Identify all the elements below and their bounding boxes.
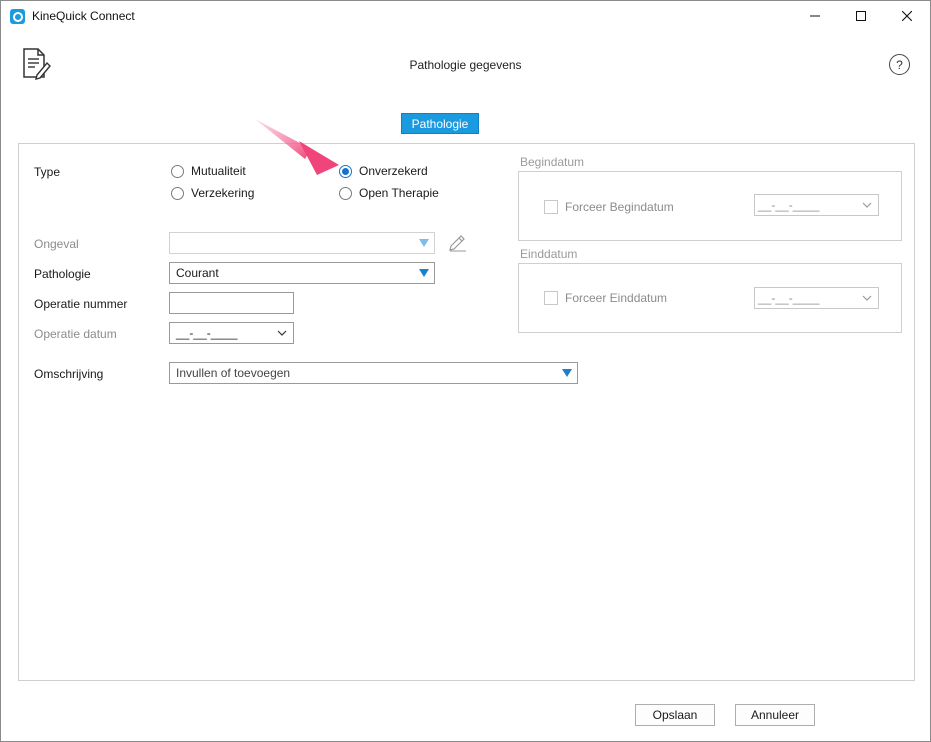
radio-circle xyxy=(171,186,184,200)
radio-verzekering[interactable]: Verzekering xyxy=(171,186,254,200)
window-title: KineQuick Connect xyxy=(32,9,135,23)
pathologie-dropdown[interactable]: Courant xyxy=(169,262,435,284)
omschrijving-label: Omschrijving xyxy=(34,367,104,381)
operatie-nummer-label: Operatie nummer xyxy=(34,297,128,311)
type-label: Type xyxy=(34,165,61,179)
einddatum-picker[interactable]: __-__-____ xyxy=(754,287,879,309)
radio-label: Mutualiteit xyxy=(191,164,246,178)
pencil-icon[interactable] xyxy=(447,234,467,252)
pathologie-label: Pathologie xyxy=(34,267,91,281)
checkbox-box xyxy=(544,291,558,305)
checkbox-box xyxy=(544,200,558,214)
help-icon[interactable]: ? xyxy=(889,54,910,75)
radio-mutualiteit[interactable]: Mutualiteit xyxy=(171,164,246,178)
chevron-down-icon xyxy=(277,330,287,336)
begindatum-value: __-__-____ xyxy=(758,198,820,212)
radio-circle xyxy=(171,164,184,178)
maximize-button[interactable] xyxy=(838,1,884,31)
radio-label: Open Therapie xyxy=(359,186,439,200)
begindatum-picker[interactable]: __-__-____ xyxy=(754,194,879,216)
checkbox-label: Forceer Begindatum xyxy=(565,200,674,214)
omschrijving-value: Invullen of toevoegen xyxy=(176,366,291,380)
app-logo-icon xyxy=(10,9,25,24)
radio-open-therapie[interactable]: Open Therapie xyxy=(339,186,439,200)
title-bar[interactable]: KineQuick Connect xyxy=(1,1,930,31)
maximize-icon xyxy=(856,11,866,21)
operatie-nummer-input[interactable] xyxy=(169,292,294,314)
operatie-datum-label: Operatie datum xyxy=(34,327,117,341)
forceer-begindatum-checkbox[interactable]: Forceer Begindatum xyxy=(544,200,674,214)
pathologie-value: Courant xyxy=(176,266,219,280)
ongeval-dropdown[interactable] xyxy=(169,232,435,254)
annotation-arrow-icon xyxy=(255,119,339,175)
close-button[interactable] xyxy=(884,1,930,31)
dialog-window: KineQuick Connect Pathologie gegevens ? … xyxy=(0,0,931,742)
begindatum-group-title: Begindatum xyxy=(520,155,585,169)
help-symbol: ? xyxy=(896,57,903,72)
ongeval-label: Ongeval xyxy=(34,237,79,251)
radio-label: Verzekering xyxy=(191,186,255,200)
omschrijving-dropdown[interactable]: Invullen of toevoegen xyxy=(169,362,578,384)
tab-pathologie[interactable]: Pathologie xyxy=(401,113,479,134)
radio-circle xyxy=(339,186,352,200)
forceer-einddatum-checkbox[interactable]: Forceer Einddatum xyxy=(544,291,667,305)
checkbox-label: Forceer Einddatum xyxy=(565,291,668,305)
einddatum-value: __-__-____ xyxy=(758,291,820,305)
operatie-datum-value: __-__-____ xyxy=(176,326,238,340)
einddatum-group-title: Einddatum xyxy=(520,247,578,261)
radio-label: Onverzekerd xyxy=(359,164,428,178)
close-icon xyxy=(902,11,912,21)
minimize-icon xyxy=(810,15,820,17)
chevron-down-icon xyxy=(862,295,872,301)
minimize-button[interactable] xyxy=(792,1,838,31)
save-button[interactable]: Opslaan xyxy=(635,704,715,726)
chevron-down-icon xyxy=(862,202,872,208)
dropdown-arrow-icon xyxy=(419,269,429,277)
dropdown-arrow-icon xyxy=(419,239,429,247)
dropdown-arrow-icon xyxy=(562,369,572,377)
operatie-datum-picker[interactable]: __-__-____ xyxy=(169,322,294,344)
page-title: Pathologie gegevens xyxy=(409,58,522,72)
cancel-button[interactable]: Annuleer xyxy=(735,704,815,726)
